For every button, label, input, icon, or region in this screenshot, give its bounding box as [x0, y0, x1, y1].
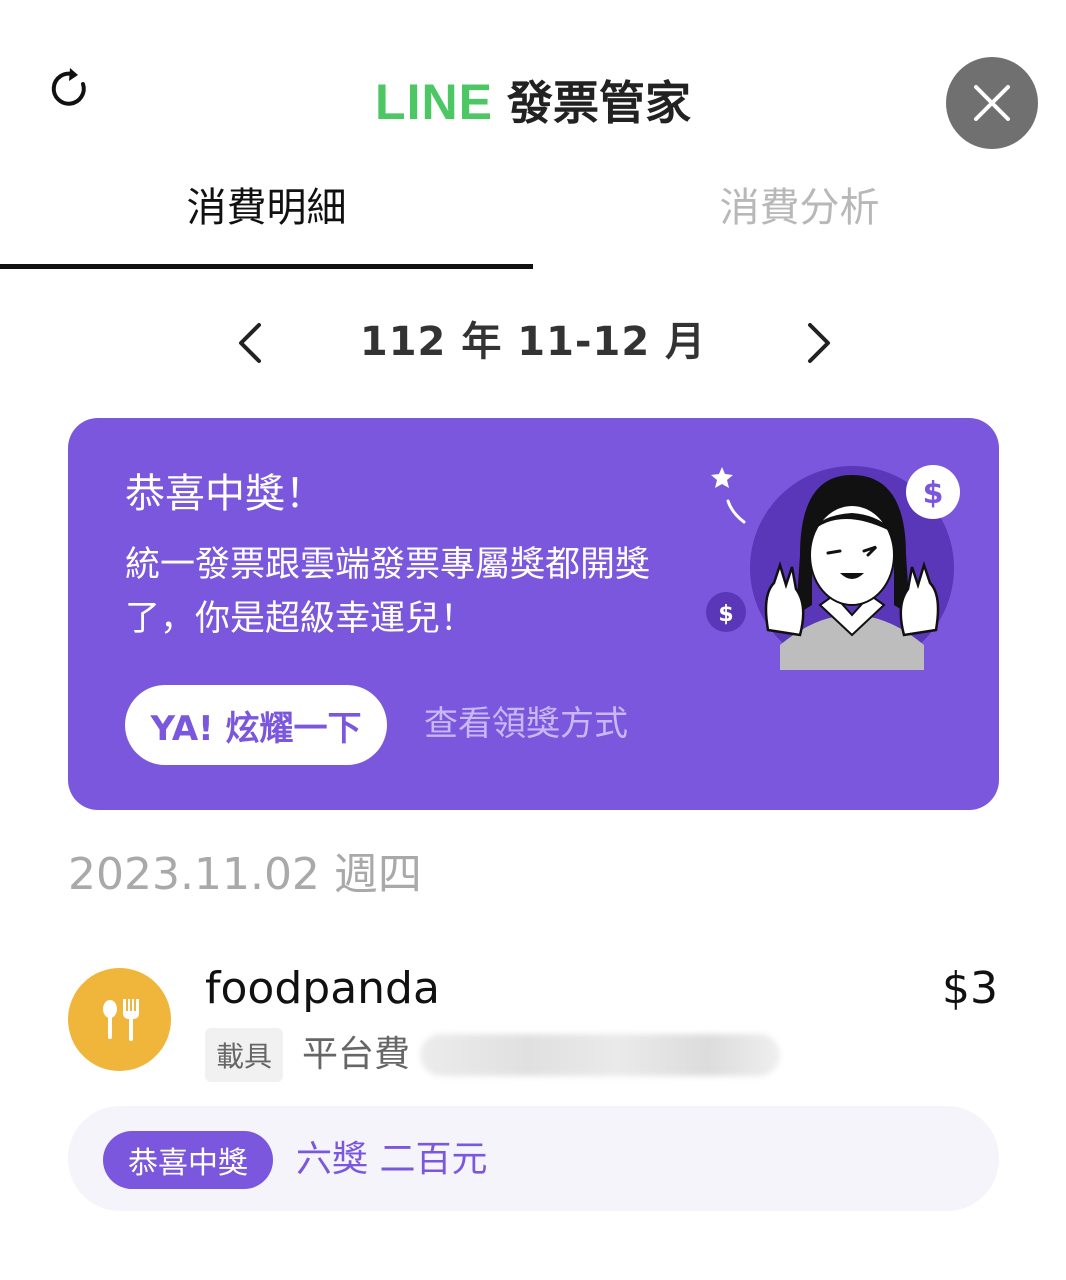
merchant-name[interactable]: foodpanda — [205, 960, 440, 1018]
chevron-right-icon — [808, 323, 830, 363]
active-tab-indicator — [0, 264, 533, 269]
banner-description: 統一發票跟雲端發票專屬獎都開獎了，你是超級幸運兒！ — [125, 545, 651, 639]
banner-title: 恭喜中獎！ — [125, 471, 325, 517]
show-off-button[interactable]: YA! 炫耀一下 — [125, 685, 387, 765]
food-category-badge[interactable] — [68, 968, 171, 1071]
utensils-icon — [102, 998, 139, 1041]
transaction-description: 平台費 — [302, 1034, 411, 1075]
chevron-left-icon — [239, 323, 261, 363]
close-icon — [974, 85, 1010, 121]
claim-method-link[interactable]: 查看領獎方式 — [424, 697, 628, 751]
app-title: LINE 發票管家 — [0, 70, 1066, 135]
app-name: 發票管家 — [506, 76, 691, 130]
brand-logo-text: LINE — [375, 74, 493, 130]
next-period-button[interactable] — [795, 318, 843, 368]
date-heading: 2023.11.02 週四 — [68, 849, 422, 900]
star-icon — [711, 467, 746, 524]
svg-text:$: $ — [718, 602, 733, 627]
coin-icon: $ — [906, 465, 960, 519]
tab-spending-analysis[interactable]: 消費分析 — [533, 178, 1066, 238]
prize-badge: 恭喜中獎 — [103, 1131, 273, 1189]
transaction-amount: $3 — [942, 963, 998, 1014]
close-button[interactable] — [946, 57, 1038, 149]
svg-text:$: $ — [923, 476, 944, 511]
prize-amount-text: 六獎 二百元 — [296, 1139, 488, 1180]
coin-icon: $ — [706, 592, 746, 632]
tab-spending-details[interactable]: 消費明細 — [0, 178, 533, 238]
winner-illustration: $ $ — [706, 465, 960, 670]
previous-period-button[interactable] — [226, 318, 274, 368]
blurred-invoice-number — [420, 1034, 780, 1076]
carrier-tag: 載具 — [205, 1028, 283, 1082]
period-label: 112 年 11-12 月 — [359, 319, 707, 365]
